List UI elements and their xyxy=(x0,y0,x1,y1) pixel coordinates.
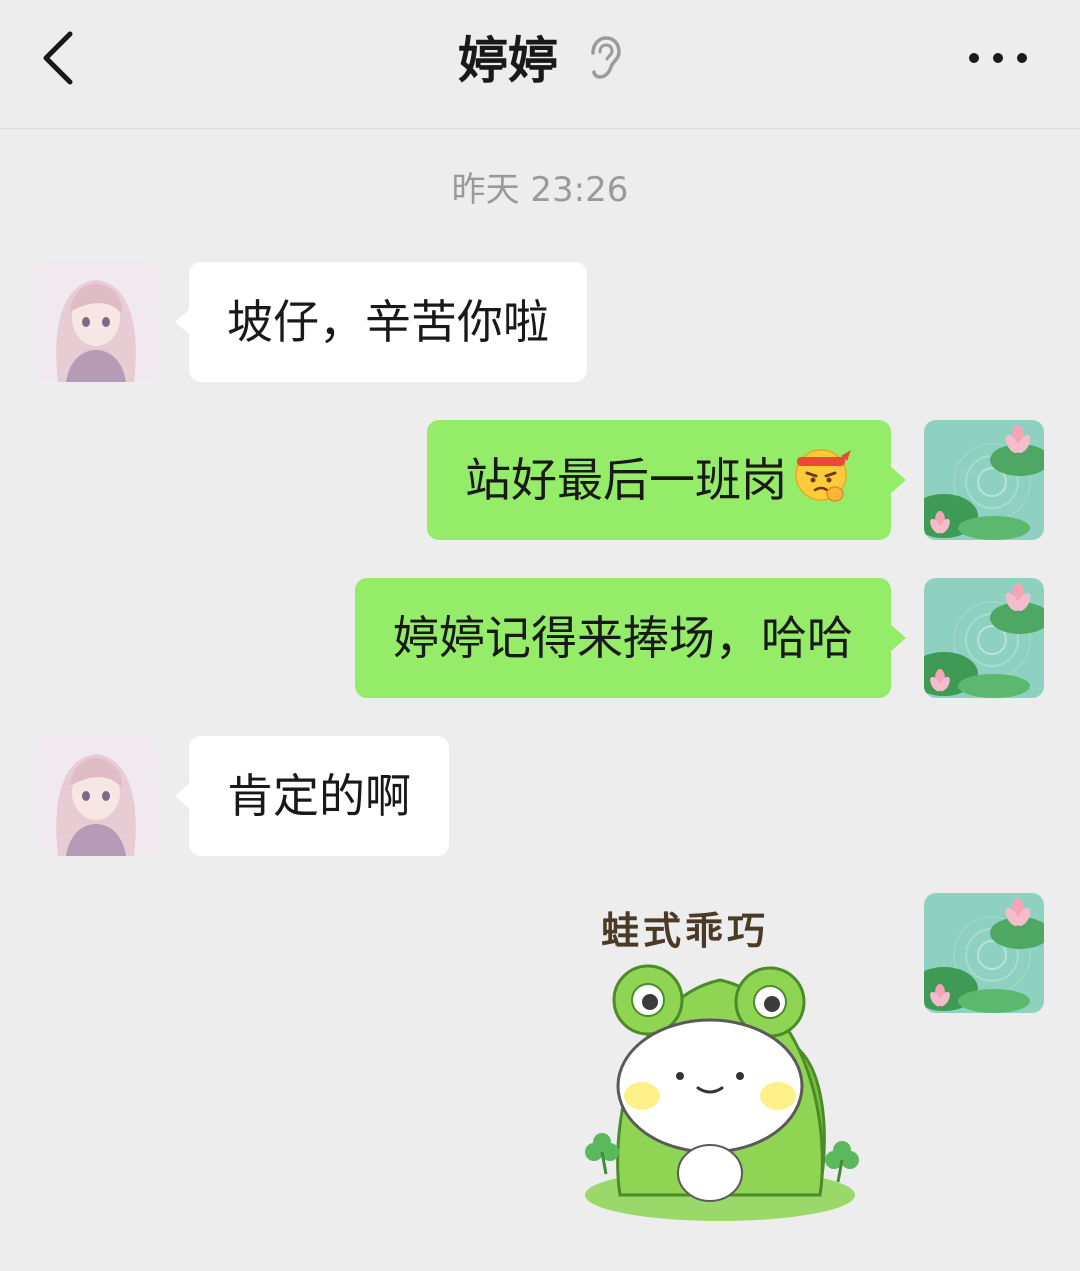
more-dots-icon xyxy=(969,53,1027,63)
my-avatar[interactable] xyxy=(924,420,1044,540)
chat-header: 婷婷 xyxy=(0,0,1080,129)
my-avatar[interactable] xyxy=(924,578,1044,698)
message-bubble-outgoing[interactable]: 婷婷记得来捧场，哈哈 xyxy=(355,578,906,698)
message-text: 站好最后一班岗 xyxy=(465,453,787,507)
more-button[interactable] xyxy=(960,30,1040,86)
chat-title: 婷婷 xyxy=(458,32,558,90)
determined-headband-emoji xyxy=(795,449,851,502)
message-bubble-incoming[interactable]: 坡仔，辛苦你啦 xyxy=(175,262,587,382)
frog-hat-bunny-sticker[interactable]: 蛙式乖巧 xyxy=(570,890,880,1230)
title-area: 婷婷 xyxy=(0,0,1080,114)
ear-icon[interactable] xyxy=(586,35,622,81)
contact-avatar[interactable] xyxy=(36,262,156,382)
my-avatar[interactable] xyxy=(924,893,1044,1013)
message-text: 婷婷记得来捧场，哈哈 xyxy=(393,611,853,665)
message-bubble-outgoing[interactable]: 站好最后一班岗 xyxy=(427,420,906,540)
message-text: 肯定的啊 xyxy=(227,769,411,823)
contact-avatar[interactable] xyxy=(36,736,156,856)
message-text: 坡仔，辛苦你啦 xyxy=(227,295,549,349)
message-bubble-incoming[interactable]: 肯定的啊 xyxy=(175,736,449,856)
message-timestamp: 昨天 23:26 xyxy=(451,170,629,210)
